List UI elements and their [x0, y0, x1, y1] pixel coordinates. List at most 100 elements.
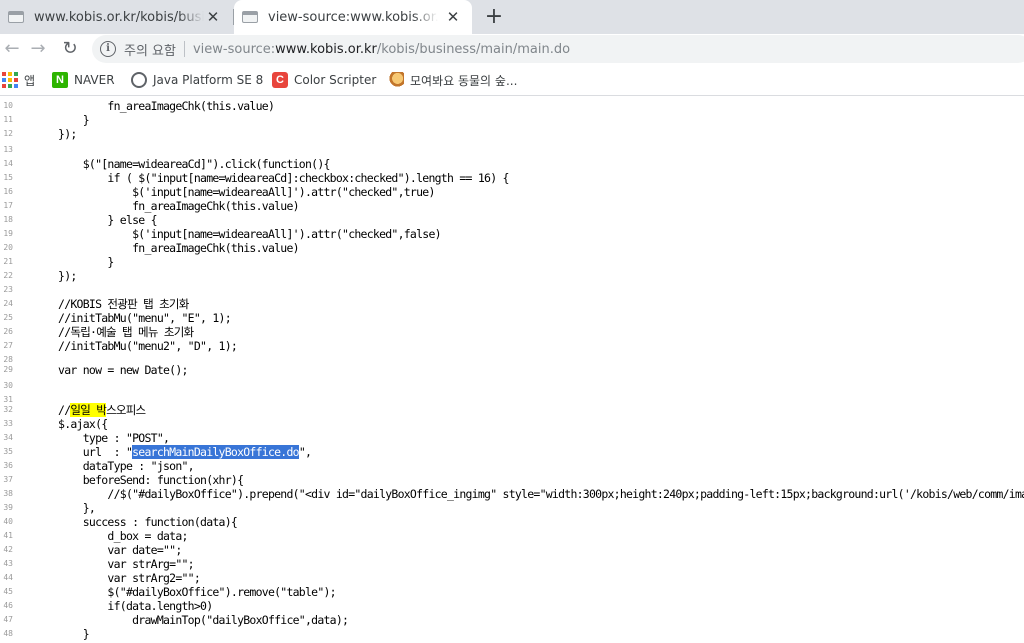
- security-status[interactable]: 주의 요함: [124, 40, 176, 59]
- color-scripter-icon: C: [272, 72, 288, 88]
- bookmark-label: NAVER: [74, 73, 115, 87]
- source-line: 42 var date="";: [0, 543, 1024, 557]
- source-line: 18 } else {: [0, 213, 1024, 227]
- source-line: 10 fn_areaImageChk(this.value): [0, 99, 1024, 113]
- line-number: 32: [3, 405, 13, 414]
- line-number: 34: [3, 433, 13, 442]
- source-line: 16 $('input[name=wideareaAll]').attr("ch…: [0, 185, 1024, 199]
- line-number: 24: [3, 299, 13, 308]
- text-selection: searchMainDailyBoxOffice.do: [132, 445, 300, 459]
- source-line: 34 type : "POST",: [0, 431, 1024, 445]
- source-line: 48 }: [0, 627, 1024, 641]
- page-favicon-icon: [8, 11, 24, 23]
- source-line: 46 if(data.length>0): [0, 599, 1024, 613]
- address-divider: [183, 41, 185, 57]
- source-line: 36 dataType : "json",: [0, 459, 1024, 473]
- code-text: if ( $("input[name=wideareaCd]:checkbox:…: [21, 171, 509, 185]
- line-number: 30: [3, 381, 13, 390]
- code-text: },: [21, 501, 96, 515]
- code-text: }: [21, 113, 90, 127]
- source-line: 15 if ( $("input[name=wideareaCd]:checkb…: [0, 171, 1024, 185]
- code-text: }: [21, 255, 114, 269]
- tab-strip: www.kobis.or.kr/kobis/business/main/main…: [0, 0, 1024, 34]
- source-line: 39 },: [0, 501, 1024, 515]
- code-text: $('input[name=wideareaAll]').attr("check…: [21, 227, 441, 241]
- code-text: if(data.length>0): [21, 599, 213, 613]
- line-number: 33: [3, 419, 13, 428]
- line-number: 39: [3, 503, 13, 512]
- page-favicon-icon: [242, 11, 258, 23]
- code-text: $("[name=wideareaCd]").click(function(){: [21, 157, 331, 171]
- code-text: //독립·예술 탭 메뉴 초기화: [21, 325, 194, 339]
- code-text: var now = new Date();: [21, 363, 188, 377]
- source-line: 11 }: [0, 113, 1024, 127]
- code-text: } else {: [21, 213, 157, 227]
- apps-grid-icon: [2, 72, 18, 88]
- line-number: 26: [3, 327, 13, 336]
- code-text: //KOBIS 전광판 탭 초기화: [21, 297, 189, 311]
- bookmark-animal-crossing[interactable]: 모여봐요 동물의 숲...: [388, 70, 517, 90]
- source-line: 29 var now = new Date();: [0, 363, 1024, 377]
- line-number: 36: [3, 461, 13, 470]
- source-line: 43 var strArg="";: [0, 557, 1024, 571]
- source-line: 44 var strArg2="";: [0, 571, 1024, 585]
- source-line: 30: [0, 379, 1024, 393]
- line-number: 44: [3, 573, 13, 582]
- code-text: //일일 박스오피스: [21, 403, 146, 417]
- source-line: 13: [0, 143, 1024, 157]
- find-highlight: 일일 박: [70, 403, 107, 417]
- tab-view-source[interactable]: view-source:www.kobis.or.kr/kobis/busine…: [234, 0, 472, 34]
- reload-button[interactable]: ↻: [58, 37, 82, 61]
- source-line: 21 }: [0, 255, 1024, 269]
- new-tab-button[interactable]: +: [482, 4, 506, 30]
- line-number: 19: [3, 229, 13, 238]
- code-text: type : "POST",: [21, 431, 170, 445]
- code-text: //$("#dailyBoxOffice").prepend("<div id=…: [21, 487, 1024, 501]
- forward-button[interactable]: →: [26, 37, 50, 61]
- source-line: 38 //$("#dailyBoxOffice").prepend("<div …: [0, 487, 1024, 501]
- line-number: 42: [3, 545, 13, 554]
- tab-title: www.kobis.or.kr/kobis/business/main/main…: [34, 9, 204, 25]
- address-bar[interactable]: i 주의 요함 view-source:www.kobis.or.kr/kobi…: [92, 35, 1024, 63]
- source-line: 12 });: [0, 127, 1024, 141]
- code-text: url : "searchMainDailyBoxOffice.do",: [21, 445, 312, 459]
- animal-crossing-icon: [388, 72, 404, 88]
- line-number: 35: [3, 447, 13, 456]
- info-icon[interactable]: i: [100, 41, 116, 57]
- source-line: 23: [0, 283, 1024, 297]
- source-code-view[interactable]: 10 fn_areaImageChk(this.value) 11 } 12 });…: [0, 97, 1024, 643]
- tab-kobis-main[interactable]: www.kobis.or.kr/kobis/business/main/main…: [0, 0, 232, 34]
- code-text: });: [21, 269, 77, 283]
- naver-icon: N: [52, 72, 68, 88]
- line-number: 40: [3, 517, 13, 526]
- source-line: 20 fn_areaImageChk(this.value): [0, 241, 1024, 255]
- code-text: $('input[name=wideareaAll]').attr("check…: [21, 185, 435, 199]
- code-text: drawMainTop("dailyBoxOffice",data);: [21, 613, 349, 627]
- line-number: 43: [3, 559, 13, 568]
- bookmark-java-platform[interactable]: Java Platform SE 8: [131, 70, 263, 90]
- code-text: dataType : "json",: [21, 459, 195, 473]
- source-line: 22 });: [0, 269, 1024, 283]
- source-line: 14 $("[name=wideareaCd]").click(function…: [0, 157, 1024, 171]
- bookmark-label: 앱: [24, 73, 36, 88]
- line-number: 37: [3, 475, 13, 484]
- code-text: }: [21, 627, 90, 641]
- code-text: beforeSend: function(xhr){: [21, 473, 244, 487]
- line-number: 22: [3, 271, 13, 280]
- url-text[interactable]: view-source:www.kobis.or.kr/kobis/busine…: [193, 42, 570, 57]
- code-text: var strArg2="";: [21, 571, 201, 585]
- bookmark-label: 모여봐요 동물의 숲...: [410, 73, 518, 88]
- bookmark-label: Java Platform SE 8: [153, 73, 264, 87]
- close-tab-icon[interactable]: ✕: [204, 8, 222, 26]
- source-line: 40 success : function(data){: [0, 515, 1024, 529]
- browser-toolbar: ← → ↻ i 주의 요함 view-source:www.kobis.or.k…: [0, 34, 1024, 64]
- source-line: 35 url : "searchMainDailyBoxOffice.do",: [0, 445, 1024, 459]
- back-button[interactable]: ←: [0, 37, 24, 61]
- bookmark-naver[interactable]: N NAVER: [52, 70, 115, 90]
- source-line: 24 //KOBIS 전광판 탭 초기화: [0, 297, 1024, 311]
- bookmark-apps[interactable]: 앱: [2, 70, 35, 90]
- line-number: 47: [3, 615, 13, 624]
- code-text: fn_areaImageChk(this.value): [21, 241, 299, 255]
- close-tab-icon[interactable]: ✕: [444, 8, 462, 26]
- bookmark-color-scripter[interactable]: C Color Scripter: [272, 70, 376, 90]
